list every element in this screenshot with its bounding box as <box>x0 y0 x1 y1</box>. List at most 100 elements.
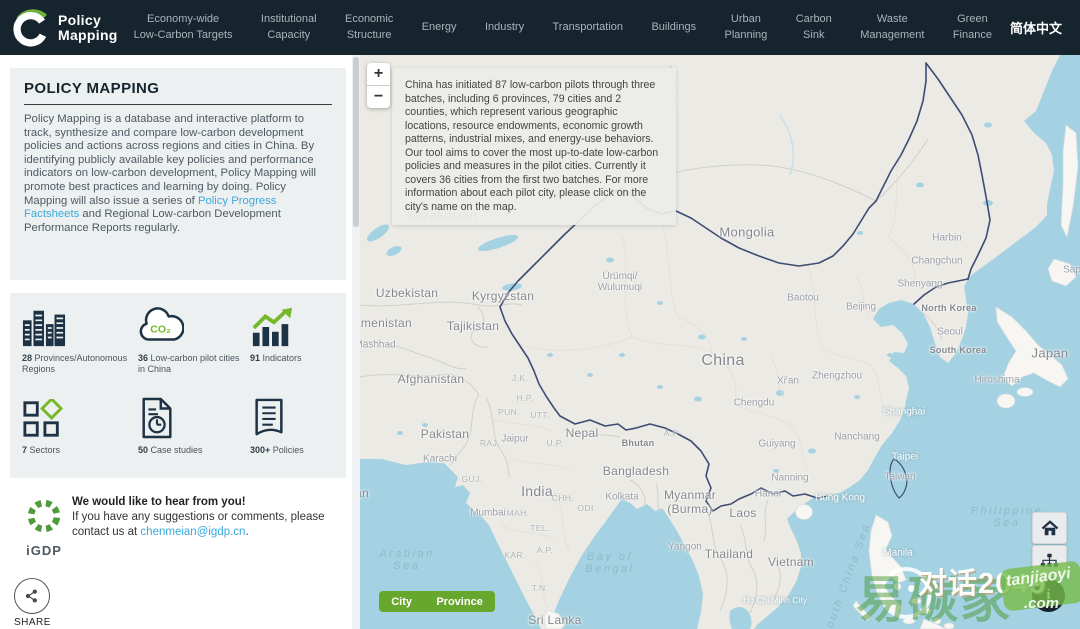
map-canvas[interactable]: KazakhstanMongoliaUzbekistanKyrgyzstanTa… <box>360 55 1080 629</box>
map-label-nanning[interactable]: Nanning <box>771 473 808 484</box>
map-label-chh: CHH. <box>552 493 574 503</box>
stat-label: 7 Sectors <box>22 445 138 456</box>
map-label-chengdu[interactable]: Chengdu <box>734 398 775 409</box>
contact-section: iGDP We would like to hear from you! If … <box>18 495 348 540</box>
buildings-icon <box>22 301 138 347</box>
nav-item-institutional-capacity[interactable]: InstitutionalCapacity <box>261 12 317 44</box>
map-label-t-n: T.N. <box>532 583 549 593</box>
map-label-jaipur: Jaipur <box>501 434 528 445</box>
map-label-nepal: Nepal <box>566 426 599 440</box>
growth-chart-icon <box>250 301 346 347</box>
map-label-taipei: Taipei <box>892 452 918 463</box>
map-label-vietnam: Vietnam <box>768 555 814 569</box>
map-label-hanoi: Hanoi <box>755 489 781 500</box>
map-label-tel: TEL. <box>530 523 550 533</box>
map-label-sri-lanka: Sri Lanka <box>528 613 581 627</box>
nav-item-transportation[interactable]: Transportation <box>553 20 624 36</box>
map-label-bhutan: Bhutan <box>622 438 655 448</box>
map-label-turkmenistan: Turkmenistan <box>360 316 412 330</box>
igdp-wreath-icon <box>24 497 64 537</box>
map-label-bangladesh: Bangladesh <box>603 464 669 478</box>
nav-item-buildings[interactable]: Buildings <box>651 20 696 36</box>
share-icon <box>14 578 50 614</box>
policies-icon <box>250 393 346 439</box>
map-label-afghanistan: Afghanistan <box>398 372 465 386</box>
map-label-changchun[interactable]: Changchun <box>911 256 962 267</box>
map-label-beijing[interactable]: Beijing <box>846 302 876 313</box>
map-label-karachi: Karachi <box>423 454 457 465</box>
share-label: SHARE <box>14 617 51 628</box>
nav-item-green-finance[interactable]: GreenFinance <box>953 12 992 44</box>
map-info-box: China has initiated 87 low-carbon pilots… <box>392 68 676 225</box>
contact-period: . <box>245 526 248 538</box>
nav-item-economic-structure[interactable]: EconomicStructure <box>345 12 393 44</box>
stat-label: 300+ Policies <box>250 445 346 456</box>
nav-item-energy[interactable]: Energy <box>422 20 457 36</box>
nav-item-carbon-sink[interactable]: CarbonSink <box>796 12 832 44</box>
city-province-toggle: City Province <box>379 591 495 612</box>
map-label-guiyang[interactable]: Guiyang <box>758 439 795 450</box>
map-label-bay-of-bengal: Bay of Bengal <box>585 551 634 575</box>
map-label-kolkata: Kolkata <box>605 492 638 503</box>
map-label-mashhad: Mashhad <box>360 340 396 351</box>
nav-item-industry[interactable]: Industry <box>485 20 524 36</box>
home-icon <box>1041 520 1059 537</box>
stat-indicators: 91 Indicators <box>250 301 346 393</box>
co2-cloud-icon: CO₂ <box>138 301 250 347</box>
stat-label: 50 Case studies <box>138 445 250 456</box>
map-label-north-korea: North Korea <box>921 303 976 313</box>
map-label-laos: Laos <box>729 506 756 520</box>
info-icon: i <box>1046 587 1050 604</box>
map-label-odi: ODI. <box>577 503 596 513</box>
map-label-zhengzhou[interactable]: Zhengzhou <box>812 371 862 382</box>
sidebar-scrollbar[interactable] <box>352 55 360 629</box>
province-toggle-button[interactable]: Province <box>432 596 486 608</box>
map-label-shanghai[interactable]: Shanghai <box>883 407 925 418</box>
map-label-nanchang[interactable]: Nanchang <box>834 432 880 443</box>
home-button[interactable] <box>1032 512 1067 544</box>
logo-c-icon <box>12 8 52 48</box>
map-label-taiwan: Taiwan <box>884 472 915 483</box>
nav-item-economy-wide-low-carbon-targets[interactable]: Economy-wideLow-Carbon Targets <box>134 12 233 44</box>
stats-box: 28 Provinces/Autonomous RegionsCO₂36 Low… <box>10 293 346 478</box>
map-label-xi-an[interactable]: Xi'an <box>777 376 799 387</box>
nav-item-waste-management[interactable]: WasteManagement <box>860 12 924 44</box>
map-label-uzbekistan: Uzbekistan <box>376 286 438 300</box>
map-label-japan: Japan <box>1032 346 1069 361</box>
zoom-out-button[interactable]: − <box>367 86 390 108</box>
stat-label: 91 Indicators <box>250 353 346 364</box>
sitemap-button[interactable] <box>1032 545 1067 577</box>
city-toggle-button[interactable]: City <box>387 596 416 608</box>
top-nav: Policy Mapping Economy-wideLow-Carbon Ta… <box>0 0 1080 55</box>
map-label-china: China <box>701 352 744 370</box>
stat-sectors: 7 Sectors <box>22 393 138 485</box>
map-label-harbin[interactable]: Harbin <box>932 233 961 244</box>
contact-email-link[interactable]: chenmeian@igdp.cn <box>140 526 245 538</box>
language-switch[interactable]: 简体中文 <box>1010 18 1080 37</box>
zoom-control: + − <box>367 63 390 108</box>
logo[interactable]: Policy Mapping <box>0 8 128 48</box>
map-label-arabian-sea: Arabian Sea <box>379 548 434 572</box>
map-label-mah: MAH. <box>507 508 530 518</box>
map-label-baotou[interactable]: Baotou <box>787 293 819 304</box>
map-label-a-p: A.P. <box>537 545 554 555</box>
contact-text: We would like to hear from you! If you h… <box>72 495 348 540</box>
map-label-yangon: Yangon <box>668 542 702 553</box>
map-label-myanmar-burma: Myanmar (Burma) <box>664 488 716 516</box>
igdp-logo[interactable]: iGDP <box>22 497 66 558</box>
logo-text: Policy Mapping <box>58 13 118 43</box>
nav-item-urban-planning[interactable]: UrbanPlanning <box>724 12 767 44</box>
scrollbar-thumb[interactable] <box>353 57 359 227</box>
map-label-ho-chi-minh-city: Ho Chi Minh City <box>743 595 807 605</box>
stat-label: 28 Provinces/Autonomous Regions <box>22 353 138 375</box>
zoom-in-button[interactable]: + <box>367 63 390 86</box>
stats-grid: 28 Provinces/Autonomous RegionsCO₂36 Low… <box>10 293 346 485</box>
info-button[interactable]: i <box>1032 579 1065 612</box>
map-label-pakistan: Pakistan <box>421 427 469 441</box>
map-label-r-mqi-wulumuqi[interactable]: Ürümqi/ Wulumuqi <box>598 271 642 293</box>
about-text-pre: Policy Mapping is a database and interac… <box>24 113 316 207</box>
nav-menu: Economy-wideLow-Carbon Targets Institutio… <box>128 12 1010 44</box>
map-label-mongolia: Mongolia <box>719 225 774 240</box>
map-label-shenyang[interactable]: Shenyang <box>897 279 942 290</box>
share-button[interactable]: SHARE <box>14 578 51 628</box>
